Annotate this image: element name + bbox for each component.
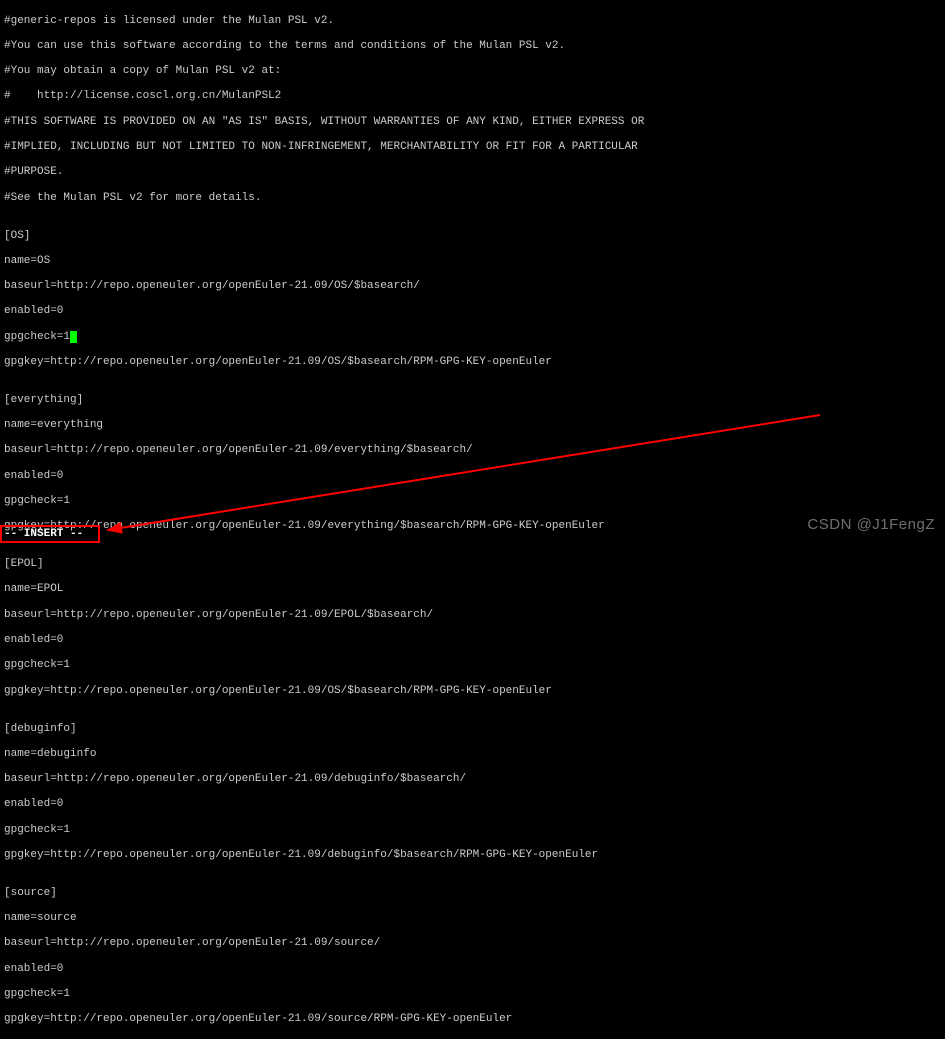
config-line: gpgkey=http://repo.openeuler.org/openEul… (4, 849, 941, 862)
config-line: gpgcheck=1 (4, 495, 941, 508)
config-line: baseurl=http://repo.openeuler.org/openEu… (4, 937, 941, 950)
config-line: name=source (4, 912, 941, 925)
config-line: gpgkey=http://repo.openeuler.org/openEul… (4, 356, 941, 369)
config-line: baseurl=http://repo.openeuler.org/openEu… (4, 773, 941, 786)
comment-line: #See the Mulan PSL v2 for more details. (4, 192, 941, 205)
comment-line: #You can use this software according to … (4, 40, 941, 53)
config-line: gpgcheck=1 (4, 988, 941, 1001)
config-line: baseurl=http://repo.openeuler.org/openEu… (4, 444, 941, 457)
terminal-output[interactable]: #generic-repos is licensed under the Mul… (0, 0, 945, 543)
section-header-os: [OS] (4, 230, 941, 243)
section-header-debuginfo: [debuginfo] (4, 723, 941, 736)
comment-line: #IMPLIED, INCLUDING BUT NOT LIMITED TO N… (4, 141, 941, 154)
cursor-line-row: gpgcheck=1 (4, 331, 941, 344)
watermark-text: CSDN @J1FengZ (807, 516, 935, 533)
section-header-source: [source] (4, 887, 941, 900)
section-header-epol: [EPOL] (4, 558, 941, 571)
section-header-everything: [everything] (4, 394, 941, 407)
vim-mode-indicator: -- INSERT -- (4, 528, 83, 541)
terminal-cursor (70, 331, 77, 343)
config-line: gpgcheck=1 (4, 331, 70, 343)
config-line: baseurl=http://repo.openeuler.org/openEu… (4, 280, 941, 293)
config-line: gpgcheck=1 (4, 659, 941, 672)
config-line: baseurl=http://repo.openeuler.org/openEu… (4, 609, 941, 622)
comment-line: #You may obtain a copy of Mulan PSL v2 a… (4, 65, 941, 78)
config-line: name=everything (4, 419, 941, 432)
config-line: enabled=0 (4, 305, 941, 318)
config-line: gpgkey=http://repo.openeuler.org/openEul… (4, 685, 941, 698)
comment-line: #generic-repos is licensed under the Mul… (4, 15, 941, 28)
config-line: enabled=0 (4, 963, 941, 976)
config-line: enabled=0 (4, 634, 941, 647)
config-line: name=debuginfo (4, 748, 941, 761)
config-line: gpgkey=http://repo.openeuler.org/openEul… (4, 1013, 941, 1026)
config-line: gpgkey=http://repo.openeuler.org/openEul… (4, 520, 941, 533)
config-line: enabled=0 (4, 470, 941, 483)
config-line: gpgcheck=1 (4, 824, 941, 837)
comment-line: #PURPOSE. (4, 166, 941, 179)
config-line: name=EPOL (4, 583, 941, 596)
config-line: enabled=0 (4, 798, 941, 811)
comment-line: # http://license.coscl.org.cn/MulanPSL2 (4, 90, 941, 103)
comment-line: #THIS SOFTWARE IS PROVIDED ON AN "AS IS"… (4, 116, 941, 129)
config-line: name=OS (4, 255, 941, 268)
